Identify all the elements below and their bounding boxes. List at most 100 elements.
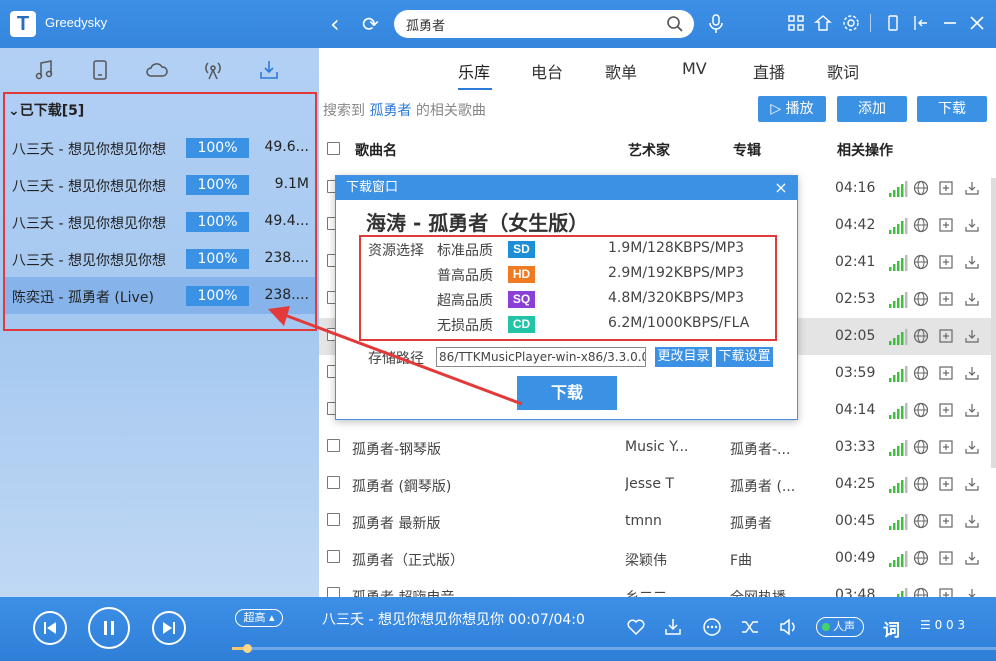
globe-icon[interactable] (913, 513, 929, 529)
song-album[interactable]: F曲 (730, 550, 810, 570)
add-icon[interactable] (939, 403, 953, 417)
globe-icon[interactable] (913, 365, 929, 381)
settings-gear-icon[interactable] (842, 14, 860, 32)
close-icon[interactable] (968, 14, 986, 32)
download-icon[interactable] (964, 476, 980, 492)
song-row[interactable]: 孤勇者 (鋼琴版) Jesse T 孤勇者 (... 04:25 (319, 466, 996, 503)
column-artist[interactable]: 艺术家 (628, 140, 670, 160)
next-button[interactable] (152, 611, 186, 645)
globe-icon[interactable] (913, 476, 929, 492)
microphone-icon[interactable] (706, 13, 726, 35)
download-icon[interactable] (964, 439, 980, 455)
globe-icon[interactable] (913, 402, 929, 418)
select-all-checkbox[interactable] (327, 142, 340, 155)
download-icon[interactable] (964, 328, 980, 344)
song-artist[interactable]: Jesse T (625, 476, 703, 492)
add-icon[interactable] (939, 181, 953, 195)
back-icon[interactable]: ‹ (330, 10, 340, 38)
scrollbar[interactable] (991, 178, 996, 468)
song-row[interactable]: 孤勇者-钢琴版 Music Y... 孤勇者-... 03:33 (319, 429, 996, 466)
add-icon[interactable] (939, 514, 953, 528)
row-checkbox[interactable] (327, 439, 340, 452)
heart-icon[interactable] (626, 617, 646, 637)
download-button[interactable]: 下载 (917, 96, 987, 122)
mini-mode-icon[interactable] (884, 14, 902, 32)
change-dir-button[interactable]: 更改目录 (655, 347, 712, 367)
row-checkbox[interactable] (327, 513, 340, 526)
song-row[interactable]: 孤勇者 最新版 tmnn 孤勇者 00:45 (319, 503, 996, 540)
add-icon[interactable] (939, 255, 953, 269)
download-settings-button[interactable]: 下载设置 (716, 347, 773, 367)
row-checkbox[interactable] (327, 550, 340, 563)
add-icon[interactable] (939, 551, 953, 565)
column-song[interactable]: 歌曲名 (355, 140, 397, 160)
refresh-icon[interactable]: ⟳ (362, 10, 379, 38)
cloud-icon[interactable] (145, 58, 169, 82)
tab-radio[interactable]: 电台 (531, 59, 563, 83)
column-album[interactable]: 专辑 (733, 140, 761, 160)
globe-icon[interactable] (913, 254, 929, 270)
download-icon[interactable] (964, 513, 980, 529)
dialog-close-icon[interactable]: × (771, 178, 791, 198)
vocal-toggle[interactable]: 人声 (816, 617, 864, 637)
search-input[interactable] (406, 14, 656, 34)
download-icon[interactable] (964, 291, 980, 307)
add-icon[interactable] (939, 440, 953, 454)
radio-icon[interactable] (201, 58, 225, 82)
progress-knob[interactable] (243, 644, 253, 653)
song-artist[interactable]: Music Y... (625, 439, 703, 455)
add-icon[interactable] (939, 477, 953, 491)
download-song-icon[interactable] (663, 617, 683, 637)
volume-icon[interactable] (778, 617, 798, 637)
progress-bar[interactable] (232, 644, 996, 653)
song-album[interactable]: 孤勇者-... (730, 439, 810, 459)
globe-icon[interactable] (913, 439, 929, 455)
download-icon[interactable] (964, 180, 980, 196)
minimize-icon[interactable] (941, 14, 959, 32)
globe-icon[interactable] (913, 180, 929, 196)
song-album[interactable]: 孤勇者 (... (730, 476, 810, 496)
dock-icon[interactable] (912, 14, 930, 32)
add-button[interactable]: 添加 (837, 96, 907, 122)
tab-playlist[interactable]: 歌单 (605, 59, 637, 83)
tab-lyrics[interactable]: 歌词 (827, 59, 859, 83)
download-icon[interactable] (964, 550, 980, 566)
add-icon[interactable] (939, 366, 953, 380)
tab-live[interactable]: 直播 (753, 59, 785, 83)
device-icon[interactable] (88, 58, 112, 82)
download-icon[interactable] (964, 365, 980, 381)
song-row[interactable]: 孤勇者（正式版） 梁颖伟 F曲 00:49 (319, 540, 996, 577)
globe-icon[interactable] (913, 217, 929, 233)
download-icon[interactable] (964, 254, 980, 270)
play-button[interactable]: ▷ 播放 (758, 96, 826, 122)
tab-mv[interactable]: MV (682, 59, 707, 78)
skin-icon[interactable] (814, 14, 832, 32)
globe-icon[interactable] (913, 550, 929, 566)
pause-button[interactable] (88, 607, 130, 649)
add-icon[interactable] (939, 218, 953, 232)
add-icon[interactable] (939, 292, 953, 306)
row-checkbox[interactable] (327, 476, 340, 489)
shuffle-icon[interactable] (740, 617, 760, 637)
music-note-icon[interactable] (32, 58, 56, 82)
add-icon[interactable] (939, 329, 953, 343)
song-artist[interactable]: tmnn (625, 513, 703, 529)
dialog-download-button[interactable]: 下载 (517, 376, 617, 410)
more-icon[interactable] (702, 617, 722, 637)
grid-icon[interactable] (787, 14, 805, 32)
download-icon[interactable] (257, 58, 281, 82)
download-icon[interactable] (964, 217, 980, 233)
song-album[interactable]: 孤勇者 (730, 513, 810, 533)
globe-icon[interactable] (913, 328, 929, 344)
lyrics-button[interactable]: 词 (883, 616, 900, 641)
search-icon[interactable] (666, 15, 684, 33)
song-artist[interactable]: 梁颖伟 (625, 550, 703, 570)
playlist-queue[interactable]: ☰ 0 0 3 (920, 618, 965, 632)
globe-icon[interactable] (913, 291, 929, 307)
previous-button[interactable] (33, 611, 67, 645)
download-icon[interactable] (964, 402, 980, 418)
tab-library[interactable]: 乐库 (458, 59, 490, 83)
search-box[interactable] (394, 10, 694, 38)
quality-selector[interactable]: 超高 ▴ (235, 609, 283, 627)
save-path-field[interactable]: 86/TTKMusicPlayer-win-x86/3.3.0.0/ (436, 347, 646, 367)
